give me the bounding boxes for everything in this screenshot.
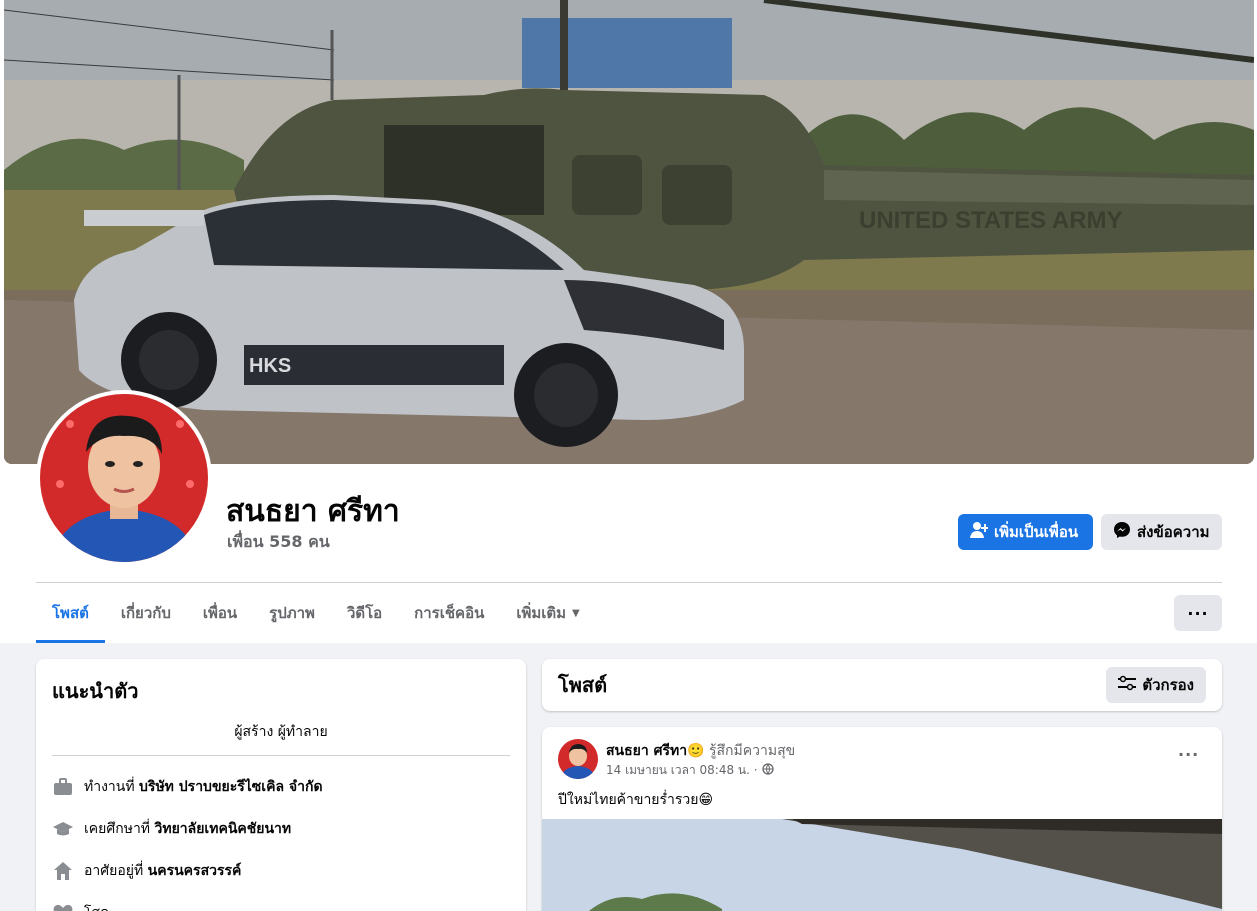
posts-title: โพสต์ bbox=[558, 673, 608, 697]
intro-work-prefix: ทำงานที่ bbox=[84, 779, 135, 795]
tab-more[interactable]: เพิ่มเติม ▼ bbox=[500, 583, 595, 643]
add-friend-label: เพิ่มเป็นเพื่อน bbox=[994, 523, 1079, 541]
intro-relationship-value: โสด bbox=[84, 902, 109, 911]
post-meta: 14 เมษายน เวลา 08:48 น. · bbox=[606, 761, 774, 780]
intro-education: เคยศึกษาที่ วิทยาลัยเทคนิคชัยนาท bbox=[52, 808, 510, 850]
post-card: สนธยา ศรีทา🙂 รู้สึกมีความสุข 14 เมษายน เ… bbox=[542, 727, 1222, 911]
post-text: ปีใหม่ไทยค้าขายร่ำรวย😁 bbox=[558, 792, 714, 808]
add-friend-button[interactable]: เพิ่มเป็นเพื่อน bbox=[958, 514, 1093, 550]
more-options-button[interactable]: ··· bbox=[1174, 595, 1222, 631]
add-user-icon bbox=[970, 521, 989, 543]
message-label: ส่งข้อความ bbox=[1137, 523, 1210, 541]
intro-bio: ผู้สร้าง ผู้ทำลาย bbox=[52, 721, 510, 756]
post-photo[interactable] bbox=[542, 819, 1222, 911]
intro-education-value[interactable]: วิทยาลัยเทคนิคชัยนาท bbox=[155, 821, 292, 837]
briefcase-icon bbox=[52, 776, 74, 798]
graduation-cap-icon bbox=[52, 818, 74, 840]
cover-photo[interactable]: UNITED STATES ARMY HKS bbox=[4, 0, 1254, 464]
post-author-name[interactable]: สนธยา ศรีทา bbox=[606, 743, 687, 759]
intro-location-prefix: อาศัยอยู่ที่ bbox=[84, 863, 144, 879]
intro-work: ทำงานที่ บริษัท ปราบขยะรีไซเคิล จำกัด bbox=[52, 766, 510, 808]
post-date[interactable]: 14 เมษายน เวลา 08:48 น. · bbox=[606, 761, 758, 780]
message-button[interactable]: ส่งข้อความ bbox=[1101, 514, 1222, 550]
intro-title: แนะนำตัว bbox=[52, 679, 139, 703]
intro-relationship: โสด bbox=[52, 892, 510, 911]
profile-header: UNITED STATES ARMY HKS สนธยา ศรีทา เพื่อ… bbox=[0, 0, 1257, 643]
tab-about[interactable]: เกี่ยวกับ bbox=[105, 583, 187, 643]
profile-avatar[interactable] bbox=[36, 390, 212, 566]
tab-checkins[interactable]: การเช็คอิน bbox=[398, 583, 500, 643]
post-options-button[interactable]: ··· bbox=[1178, 745, 1199, 764]
post-feeling: 🙂 รู้สึกมีความสุข bbox=[687, 743, 796, 759]
filter-label: ตัวกรอง bbox=[1142, 676, 1194, 694]
home-icon bbox=[52, 860, 74, 882]
post-author-line: สนธยา ศรีทา🙂 รู้สึกมีความสุข bbox=[606, 740, 795, 762]
filter-icon bbox=[1118, 675, 1137, 695]
profile-tabs: โพสต์ เกี่ยวกับ เพื่อน รูปภาพ วิดีโอ การ… bbox=[36, 583, 596, 643]
tab-friends[interactable]: เพื่อน bbox=[187, 583, 253, 643]
intro-location: อาศัยอยู่ที่ นครนครสวรรค์ bbox=[52, 850, 510, 892]
globe-icon bbox=[761, 763, 774, 778]
posts-header: โพสต์ ตัวกรอง bbox=[542, 659, 1222, 711]
intro-location-value[interactable]: นครนครสวรรค์ bbox=[148, 863, 242, 879]
tab-more-label: เพิ่มเติม bbox=[516, 604, 567, 622]
heart-icon bbox=[52, 902, 74, 911]
svg-text:UNITED STATES ARMY: UNITED STATES ARMY bbox=[859, 207, 1123, 234]
intro-card: แนะนำตัว ผู้สร้าง ผู้ทำลาย ทำงานที่ บริษ… bbox=[36, 659, 526, 911]
profile-name: สนธยา ศรีทา bbox=[226, 494, 400, 529]
tab-videos[interactable]: วิดีโอ bbox=[331, 583, 398, 643]
filter-button[interactable]: ตัวกรอง bbox=[1106, 667, 1206, 703]
caret-down-icon: ▼ bbox=[572, 607, 580, 619]
messenger-icon bbox=[1113, 521, 1131, 543]
tab-posts[interactable]: โพสต์ bbox=[36, 583, 105, 643]
intro-work-value[interactable]: บริษัท ปราบขยะรีไซเคิล จำกัด bbox=[139, 779, 322, 795]
friend-count[interactable]: เพื่อน 558 คน bbox=[227, 530, 330, 555]
post-author-avatar[interactable] bbox=[558, 739, 598, 779]
intro-education-prefix: เคยศึกษาที่ bbox=[84, 821, 151, 837]
tab-photos[interactable]: รูปภาพ bbox=[253, 583, 331, 643]
svg-text:HKS: HKS bbox=[249, 355, 291, 377]
